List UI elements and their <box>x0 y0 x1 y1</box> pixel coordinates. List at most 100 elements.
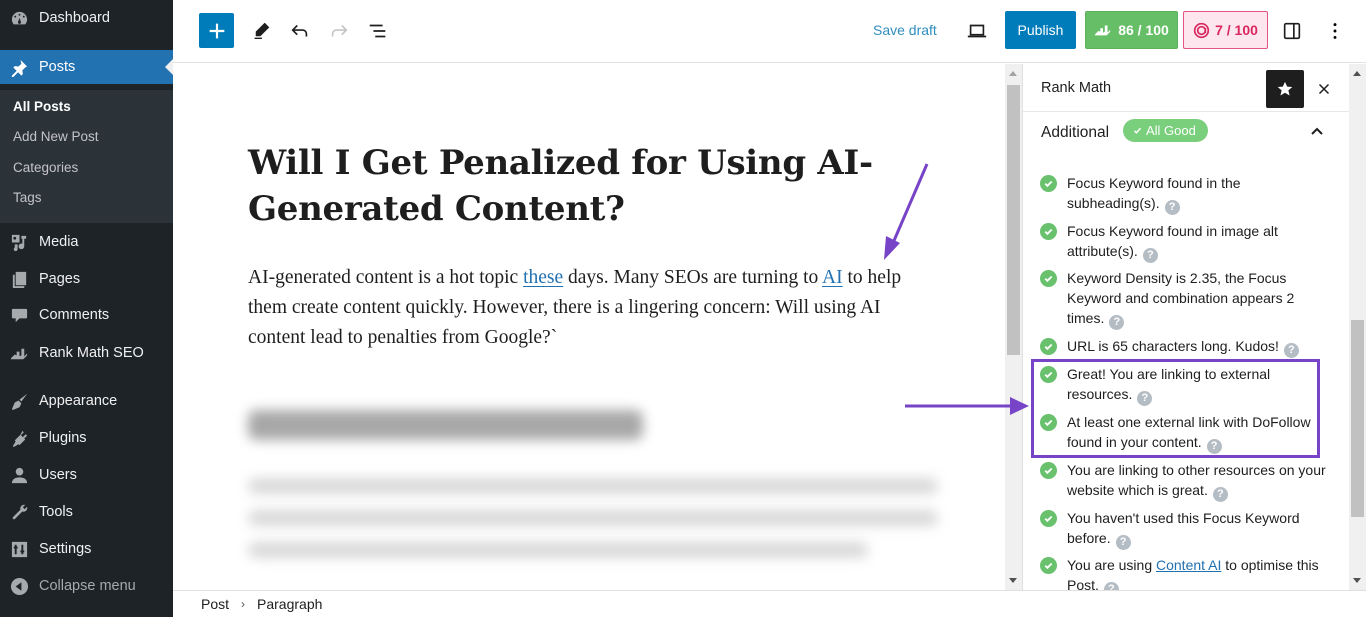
comment-icon <box>9 305 29 325</box>
check-text: You haven't used this Focus Keyword befo… <box>1067 510 1300 546</box>
menu-label: Media <box>39 234 79 250</box>
pin-icon <box>9 57 29 77</box>
undo-button[interactable] <box>285 16 315 46</box>
menu-item-plugins[interactable]: Plugins <box>0 421 173 455</box>
check-circle-icon <box>1040 557 1057 574</box>
scroll-down-arrow[interactable] <box>1353 578 1361 583</box>
link-these[interactable]: these <box>523 267 563 288</box>
help-icon[interactable]: ? <box>1212 486 1228 502</box>
check-circle-icon <box>1040 510 1057 527</box>
link-ai[interactable]: AI <box>822 267 843 288</box>
additional-section-header[interactable]: Additional All Good <box>1023 114 1349 154</box>
check-text: URL is 65 characters long. Kudos! <box>1067 338 1279 354</box>
menu-item-dashboard[interactable]: Dashboard <box>0 1 173 35</box>
settings-icon <box>9 539 29 559</box>
content-ai-score-button[interactable]: 7 / 100 <box>1183 11 1268 49</box>
menu-item-comments[interactable]: Comments <box>0 298 173 332</box>
scrollbar-thumb[interactable] <box>1007 85 1020 355</box>
rank-math-seo-score-button[interactable]: 86 / 100 <box>1085 11 1178 49</box>
submenu-all-posts[interactable]: All Posts <box>13 99 71 114</box>
media-icon <box>9 232 29 252</box>
redo-button[interactable] <box>324 16 354 46</box>
menu-label: Posts <box>39 59 76 75</box>
brush-icon <box>9 391 29 411</box>
close-panel-button[interactable] <box>1311 76 1337 102</box>
scroll-down-arrow[interactable] <box>1009 578 1017 583</box>
help-icon[interactable]: ? <box>1115 534 1131 550</box>
submenu-tags[interactable]: Tags <box>13 190 42 205</box>
star-icon <box>1277 81 1293 96</box>
redo-icon <box>331 24 348 37</box>
block-inserter-button[interactable] <box>199 13 234 48</box>
menu-label: Dashboard <box>39 10 110 26</box>
menu-item-posts[interactable]: Posts <box>0 50 173 84</box>
sidebar-icon <box>1283 22 1301 40</box>
collapse-icon <box>9 576 29 596</box>
menu-item-pages[interactable]: Pages <box>0 262 173 296</box>
menu-item-media[interactable]: Media <box>0 225 173 259</box>
panel-scrollbar[interactable] <box>1349 64 1366 590</box>
status-badge: All Good <box>1123 119 1208 142</box>
check-circle-icon <box>1040 462 1057 479</box>
breadcrumb-paragraph[interactable]: Paragraph <box>257 596 322 612</box>
plugin-icon <box>9 428 29 448</box>
scroll-up-arrow[interactable] <box>1009 71 1017 76</box>
canvas-scrollbar[interactable] <box>1005 64 1022 590</box>
seo-score: 86 / 100 <box>1118 22 1169 38</box>
submenu-categories[interactable]: Categories <box>13 160 78 175</box>
check-circle-icon <box>1040 270 1057 287</box>
scroll-up-arrow[interactable] <box>1353 71 1361 76</box>
help-icon[interactable]: ? <box>1109 314 1125 330</box>
editor-toolbar: Save draft Publish 86 / 100 7 / 100 <box>173 0 1366 63</box>
menu-item-users[interactable]: Users <box>0 458 173 492</box>
check-item: Focus Keyword found in the subheading(s)… <box>1040 173 1330 215</box>
help-icon[interactable]: ? <box>1137 390 1153 406</box>
publish-button[interactable]: Publish <box>1005 11 1076 49</box>
menu-item-appearance[interactable]: Appearance <box>0 384 173 418</box>
check-item: You haven't used this Focus Keyword befo… <box>1040 508 1330 550</box>
breadcrumb-post[interactable]: Post <box>201 596 229 612</box>
tools-button[interactable] <box>246 16 276 46</box>
settings-sidebar-toggle[interactable] <box>1278 17 1306 45</box>
breadcrumb-separator-icon: › <box>241 597 246 611</box>
menu-item-tools[interactable]: Tools <box>0 495 173 529</box>
post-title[interactable]: Will I Get Penalized for Using AI-Genera… <box>248 140 888 232</box>
preview-button[interactable] <box>963 17 991 45</box>
help-icon[interactable]: ? <box>1103 581 1119 590</box>
menu-label: Users <box>39 467 77 483</box>
help-icon[interactable]: ? <box>1206 438 1222 454</box>
menu-label: Collapse menu <box>39 578 136 594</box>
help-icon[interactable]: ? <box>1164 199 1180 215</box>
list-view-icon <box>369 24 386 38</box>
help-icon[interactable]: ? <box>1283 342 1299 358</box>
plus-icon <box>209 23 224 38</box>
content-ai-link[interactable]: Content AI <box>1156 557 1221 573</box>
menu-item-settings[interactable]: Settings <box>0 532 173 566</box>
pin-favorite-button[interactable] <box>1266 70 1304 108</box>
save-draft-button[interactable]: Save draft <box>873 22 937 38</box>
posts-submenu: All Posts Add New Post Categories Tags <box>0 90 173 223</box>
menu-item-rank-math-seo[interactable]: Rank Math SEO <box>0 336 173 370</box>
paragraph-text: days. Many SEOs are turning to <box>563 267 823 288</box>
document-overview-button[interactable] <box>363 16 393 46</box>
chevron-up-icon[interactable] <box>1307 122 1327 142</box>
menu-label: Tools <box>39 504 73 520</box>
check-icon <box>1133 127 1142 134</box>
options-menu-button[interactable] <box>1321 17 1349 45</box>
section-title: Additional <box>1041 124 1110 141</box>
collapse-menu-button[interactable]: Collapse menu <box>0 569 173 603</box>
check-item: You are linking to other resources on yo… <box>1040 460 1330 502</box>
rank-math-panel: Rank Math Additional All Good Focus Keyw… <box>1022 64 1349 590</box>
check-item: Focus Keyword found in image alt attribu… <box>1040 221 1330 263</box>
menu-label: Plugins <box>39 430 87 446</box>
panel-header: Rank Math <box>1023 64 1349 112</box>
scrollbar-thumb[interactable] <box>1351 320 1364 517</box>
paragraph-text: AI-generated content is a hot topic <box>248 267 524 288</box>
help-icon[interactable]: ? <box>1142 247 1158 263</box>
check-item-highlighted: Great! You are linking to external resou… <box>1040 364 1330 406</box>
laptop-icon <box>967 24 987 38</box>
paragraph-block[interactable]: AI-generated content is a hot topic thes… <box>248 263 923 353</box>
content-ai-icon <box>1193 22 1210 38</box>
submenu-add-new-post[interactable]: Add New Post <box>13 129 99 144</box>
check-text: You are linking to other resources on yo… <box>1067 462 1326 498</box>
